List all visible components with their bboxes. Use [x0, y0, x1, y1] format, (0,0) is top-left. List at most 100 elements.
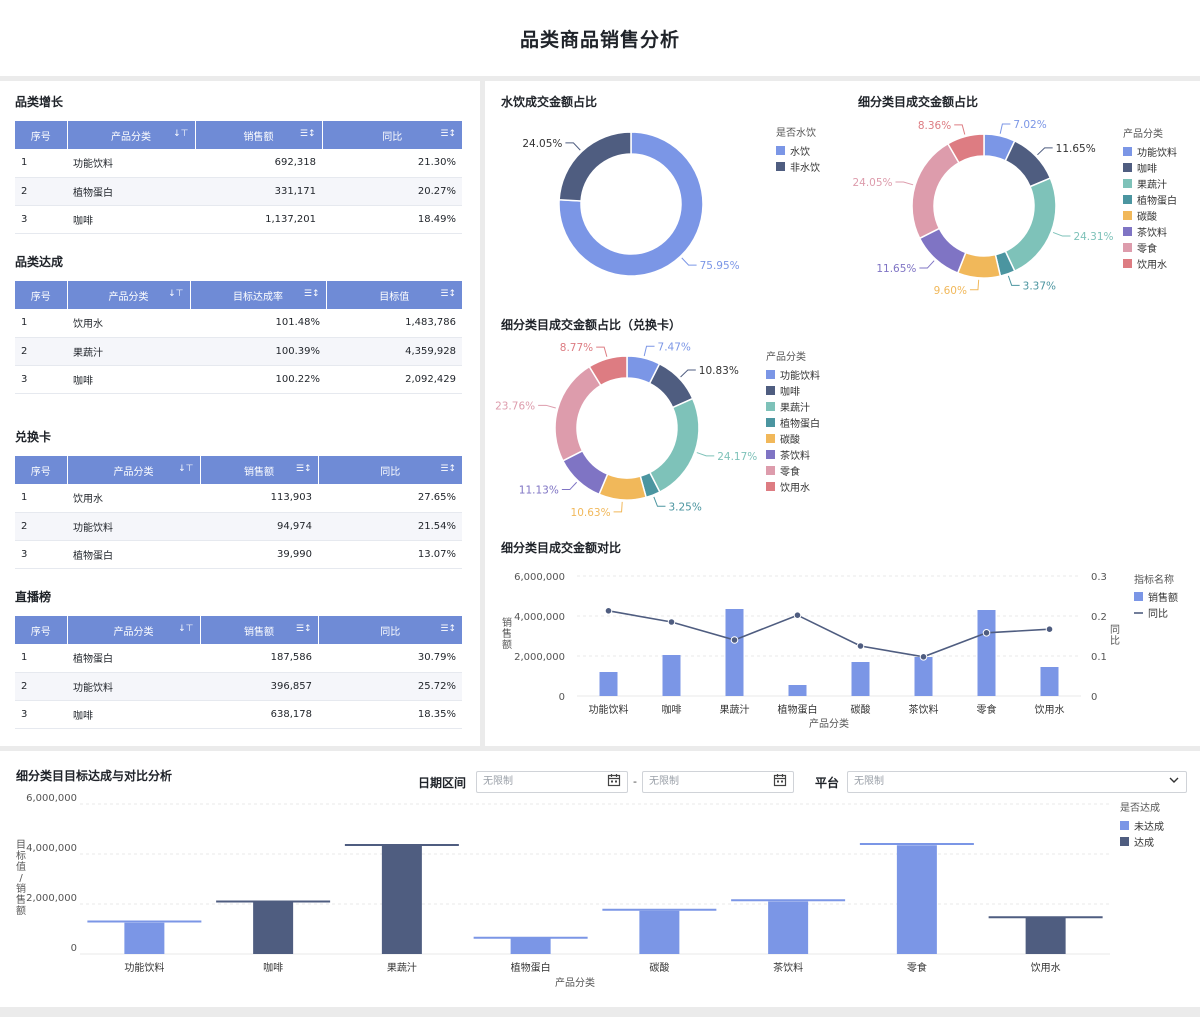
donut-label-leader — [653, 496, 666, 507]
column-header[interactable]: 同比 ☰↕ — [322, 121, 462, 149]
legend-title: 是否水饮 — [776, 126, 816, 139]
column-header[interactable]: 序号 — [15, 456, 68, 484]
line-point — [919, 653, 928, 661]
legend-label: 植物蛋白 — [780, 417, 820, 430]
table-cell: 2,092,429 — [326, 365, 462, 394]
legend-swatch — [766, 450, 775, 459]
table-row[interactable]: 2 植物蛋白 331,171 20.27% — [15, 177, 462, 206]
table-cell: 21.54% — [318, 512, 462, 541]
table-cell: 39,990 — [200, 540, 318, 569]
column-header[interactable]: 序号 — [15, 616, 68, 644]
x-tick-label: 零食 — [977, 703, 997, 716]
column-header[interactable]: 同比 ☰↕ — [318, 456, 462, 484]
column-header-label: 产品分类 — [113, 466, 154, 478]
table-cell: 101.48% — [190, 309, 326, 338]
table-row[interactable]: 2 功能饮料 396,857 25.72% — [15, 672, 462, 701]
legend-label: 果蔬汁 — [780, 401, 810, 414]
table-cell: 692,318 — [195, 149, 322, 178]
table-row[interactable]: 1 功能饮料 692,318 21.30% — [15, 149, 462, 178]
legend-title: 产品分类 — [766, 350, 806, 363]
table-row[interactable]: 2 功能饮料 94,974 21.54% — [15, 512, 462, 541]
data-table: 序号 产品分类 ↓⊤ 销售额 ☰↕ 同比 ☰↕ 1 饮用水 113,903 27.65% 2 功能饮料 9… — [15, 456, 462, 569]
sort-icon[interactable]: ☰↕ — [296, 624, 312, 634]
column-header[interactable]: 销售额 ☰↕ — [200, 616, 319, 644]
table-row[interactable]: 2 果蔬汁 100.39% 4,359,928 — [15, 337, 462, 366]
table-row[interactable]: 3 咖啡 1,137,201 18.49% — [15, 205, 462, 234]
table-row[interactable]: 1 饮用水 113,903 27.65% — [15, 484, 462, 513]
column-header-label: 产品分类 — [111, 131, 151, 143]
sort-icon[interactable]: ☰↕ — [296, 464, 312, 474]
sort-icon[interactable]: ☰↕ — [300, 129, 316, 139]
sort-icon[interactable]: ☰↕ — [440, 289, 456, 299]
legend-swatch — [766, 402, 775, 411]
bar — [896, 845, 937, 954]
sort-icon[interactable]: ☰↕ — [304, 289, 320, 299]
table-cell: 1 — [15, 149, 67, 178]
donut-label-leader — [919, 260, 935, 269]
legend-label: 零食 — [1137, 242, 1157, 255]
data-table: 序号 产品分类 ↓⊤ 销售额 ☰↕ 同比 ☰↕ 1 植物蛋白 187,586 30.79% 2 功能饮料… — [15, 616, 462, 729]
y-tick-label: 4,000,000 — [514, 612, 565, 623]
sort-filter-icon[interactable]: ↓⊤ — [178, 624, 193, 634]
column-header[interactable]: 销售额 ☰↕ — [200, 456, 319, 484]
column-header[interactable]: 同比 ☰↕ — [318, 616, 462, 644]
donut-data-label: 24.05% — [522, 138, 562, 150]
y2-tick-label: 0.1 — [1091, 652, 1107, 663]
sort-icon[interactable]: ☰↕ — [440, 129, 456, 139]
donut-label-leader — [895, 181, 914, 186]
x-tick-label: 果蔬汁 — [720, 703, 750, 716]
y-axis-label: 销 — [502, 616, 512, 629]
table-row[interactable]: 3 咖啡 100.22% 2,092,429 — [15, 365, 462, 394]
line-point — [667, 618, 676, 626]
x-axis-label: 产品分类 — [809, 717, 849, 730]
legend-label: 碳酸 — [780, 433, 800, 446]
legend-title: 产品分类 — [1123, 127, 1163, 140]
donut-label-leader — [565, 142, 581, 151]
column-header[interactable]: 目标值 ☰↕ — [326, 281, 462, 309]
bar — [725, 609, 744, 696]
donut-data-label: 11.13% — [519, 485, 559, 497]
sort-filter-icon[interactable]: ↓⊤ — [178, 464, 193, 474]
table-cell: 咖啡 — [67, 205, 195, 234]
table-row[interactable]: 1 饮用水 101.48% 1,483,786 — [15, 309, 462, 338]
sort-filter-icon[interactable]: ↓⊤ — [173, 129, 188, 139]
table-row[interactable]: 1 植物蛋白 187,586 30.79% — [15, 644, 462, 673]
x-axis-label: 产品分类 — [555, 976, 595, 989]
column-header[interactable]: 产品分类 ↓⊤ — [67, 456, 201, 484]
table-row[interactable]: 3 咖啡 638,178 18.35% — [15, 700, 462, 729]
bar — [599, 672, 618, 696]
sort-icon[interactable]: ☰↕ — [440, 464, 456, 474]
table-cell: 植物蛋白 — [67, 644, 200, 673]
column-header[interactable]: 序号 — [15, 121, 68, 149]
table-cell: 21.30% — [322, 149, 462, 178]
column-header-label: 同比 — [380, 626, 401, 638]
table-cell: 396,857 — [200, 672, 318, 701]
charts-panel: 水饮成交金额占比 细分类目成交金额占比 细分类目成交金额占比（兑换卡） 细分类目… — [485, 81, 1200, 746]
x-tick-label: 饮用水 — [1035, 703, 1065, 716]
y-axis-label: / — [19, 873, 23, 884]
table-row[interactable]: 3 植物蛋白 39,990 13.07% — [15, 540, 462, 569]
legend-swatch — [1123, 259, 1132, 268]
donut-data-label: 24.05% — [852, 177, 892, 189]
bar — [851, 662, 870, 696]
donut-slice — [558, 131, 632, 202]
column-header[interactable]: 序号 — [15, 281, 68, 309]
column-header[interactable]: 产品分类 ↓⊤ — [67, 121, 196, 149]
legend-swatch — [766, 370, 775, 379]
bar — [1040, 667, 1059, 696]
data-table: 序号 产品分类 ↓⊤ 销售额 ☰↕ 同比 ☰↕ 1 功能饮料 692,318 21.30% 2 植物蛋白… — [15, 121, 462, 234]
x-tick-label: 茶饮料 — [773, 961, 803, 974]
column-header[interactable]: 产品分类 ↓⊤ — [67, 281, 191, 309]
column-header[interactable]: 目标达成率 ☰↕ — [190, 281, 327, 309]
table-cell: 1,483,786 — [326, 309, 462, 338]
table-cell: 2 — [15, 672, 67, 701]
legend-label: 未达成 — [1134, 821, 1164, 833]
sort-filter-icon[interactable]: ↓⊤ — [168, 289, 183, 299]
y-axis-label: 额 — [16, 904, 26, 917]
column-header[interactable]: 产品分类 ↓⊤ — [67, 616, 201, 644]
donut-data-label: 23.76% — [495, 400, 535, 412]
table-cell: 饮用水 — [67, 309, 190, 338]
donut-data-label: 75.95% — [700, 260, 740, 272]
column-header[interactable]: 销售额 ☰↕ — [195, 121, 323, 149]
sort-icon[interactable]: ☰↕ — [440, 624, 456, 634]
